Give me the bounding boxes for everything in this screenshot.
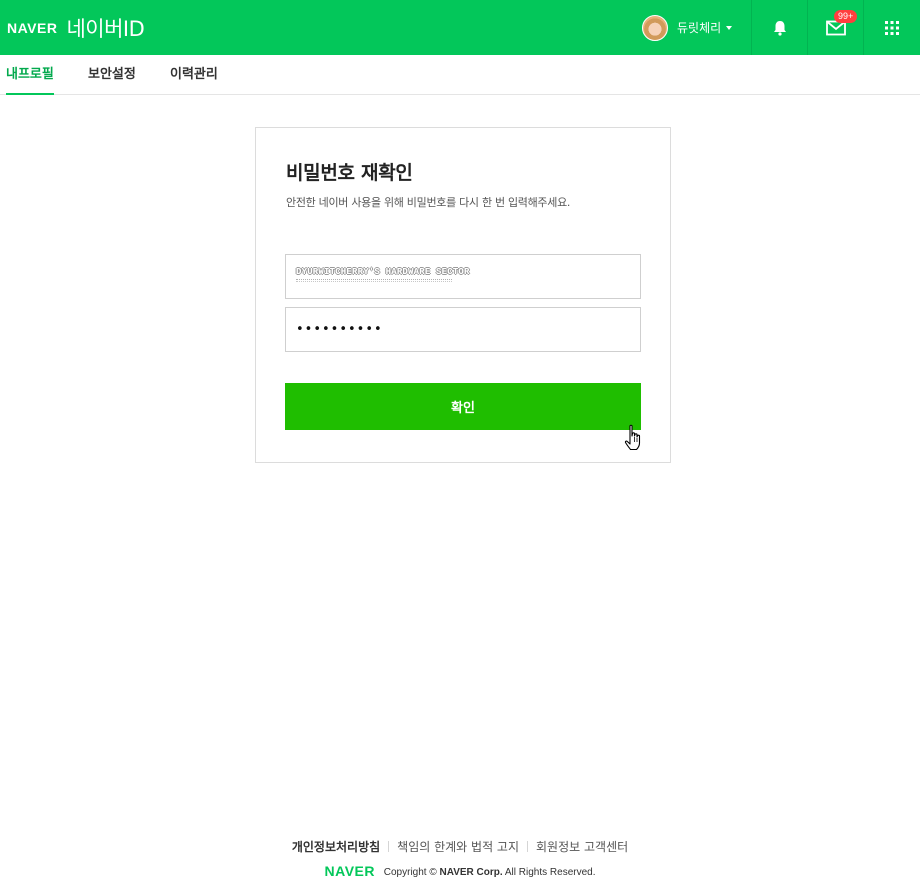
password-input[interactable]	[286, 308, 640, 351]
confirm-button[interactable]: 확인	[285, 383, 641, 430]
customer-center-link[interactable]: 회원정보 고객센터	[536, 840, 628, 854]
hand-pointer-cursor	[624, 424, 641, 451]
copyright-corp: NAVER Corp.	[439, 867, 503, 878]
legal-notice-link[interactable]: 책임의 한계와 법적 고지	[397, 840, 519, 854]
top-header: NAVER 네이버ID 듀릿체리 99+	[0, 0, 920, 55]
naver-id-logo[interactable]: NAVER 네이버ID	[7, 14, 145, 42]
apps-menu-button[interactable]	[863, 0, 920, 55]
tab-security-settings[interactable]: 보안설정	[88, 55, 136, 95]
notification-button[interactable]	[751, 0, 807, 55]
footer-divider	[388, 841, 390, 852]
card-title: 비밀번호 재확인	[286, 162, 413, 184]
footer-links: 개인정보처리방침 책임의 한계와 법적 고지 회원정보 고객센터	[0, 838, 920, 855]
copyright-prefix: Copyright ©	[383, 867, 437, 878]
mail-count-badge: 99+	[834, 10, 858, 23]
footer-divider	[527, 841, 529, 852]
tab-my-profile[interactable]: 내프로필	[6, 55, 54, 95]
mail-button[interactable]: 99+	[807, 0, 863, 55]
profile-tabs: 내프로필 보안설정 이력관리	[0, 55, 920, 95]
password-field[interactable]	[285, 307, 641, 352]
privacy-policy-link[interactable]: 개인정보처리방침	[292, 840, 380, 854]
footer-naver-logo[interactable]: NAVER	[325, 863, 375, 879]
tab-history[interactable]: 이력관리	[170, 55, 218, 95]
id-watermark-logo: DYURWITCHERRY'S HARDWARE SECTOR	[296, 267, 470, 282]
password-confirm-card: 비밀번호 재확인 안전한 네이버 사용을 위해 비밀번호를 다시 한 번 입력해…	[255, 127, 671, 463]
copyright: NAVER Copyright © NAVER Corp. All Rights…	[0, 863, 920, 879]
copyright-suffix: All Rights Reserved.	[504, 867, 596, 878]
id-field[interactable]: DYURWITCHERRY'S HARDWARE SECTOR	[285, 254, 641, 299]
bell-icon	[773, 20, 786, 36]
id-watermark-text: DYURWITCHERRY'S HARDWARE SECTOR	[296, 267, 470, 277]
chevron-down-icon	[726, 25, 733, 30]
avatar	[642, 14, 668, 41]
service-title: 네이버ID	[66, 17, 145, 41]
user-menu[interactable]: 듀릿체리	[642, 14, 733, 41]
naver-logo: NAVER	[7, 20, 58, 36]
apps-grid-icon	[885, 20, 899, 35]
id-watermark-subline	[296, 279, 452, 282]
user-name: 듀릿체리	[677, 21, 722, 35]
card-description: 안전한 네이버 사용을 위해 비밀번호를 다시 한 번 입력해주세요.	[286, 196, 571, 209]
